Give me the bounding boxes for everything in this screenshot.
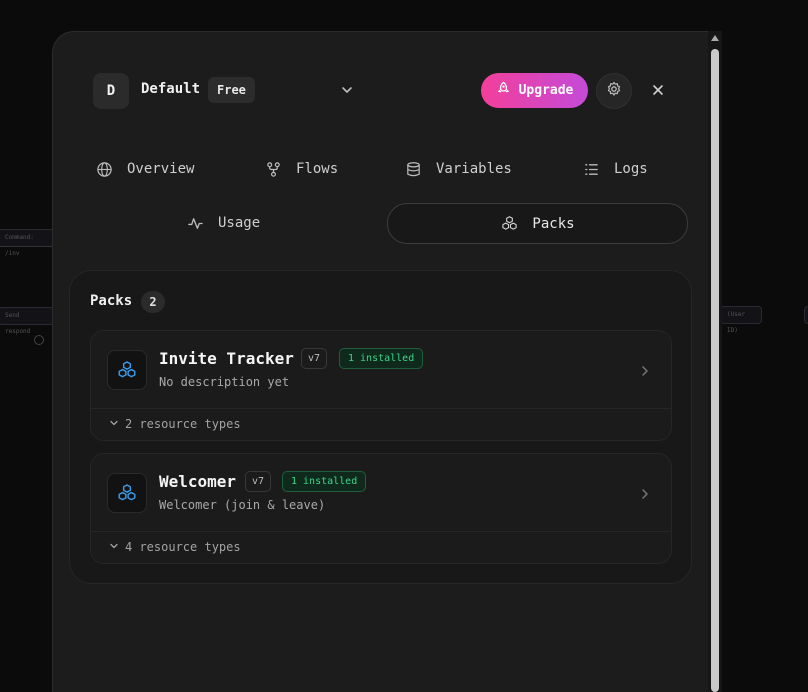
scroll-up-arrow-icon[interactable] (711, 35, 719, 41)
tab-logs-label: Logs (614, 161, 648, 177)
upgrade-button[interactable]: Upgrade (481, 73, 588, 108)
pack-name: Welcomer (159, 472, 237, 491)
tab-overview[interactable]: Overview (95, 150, 194, 188)
tab-flows[interactable]: Flows (264, 150, 338, 188)
tab-variables-label: Variables (436, 161, 512, 177)
boxes-icon (500, 215, 518, 233)
chevron-down-icon (109, 540, 119, 554)
list-icon (582, 160, 600, 178)
canvas-edge (0, 246, 52, 247)
canvas-node-edge (804, 306, 808, 324)
installed-badge: 1 installed (282, 471, 367, 492)
globe-icon (95, 160, 113, 178)
canvas-node-send: Send respond (0, 307, 54, 335)
tab-packs[interactable]: Packs (387, 203, 688, 244)
workspace-name[interactable]: Default (141, 81, 200, 97)
pack-item[interactable]: Welcomer v7 1 installed Welcomer (join &… (90, 453, 672, 564)
workspace-panel: D Default Free Upgrade Overview Flows Va… (52, 31, 708, 692)
divider (91, 531, 671, 532)
upgrade-label: Upgrade (518, 83, 574, 98)
chevron-down-icon (109, 417, 119, 431)
canvas-node-user: (User ID) (720, 306, 762, 334)
canvas-add-node-icon (34, 335, 44, 345)
resource-types-toggle[interactable]: 4 resource types (109, 540, 241, 554)
pack-name: Invite Tracker (159, 349, 294, 368)
scrollbar-thumb[interactable] (711, 49, 719, 692)
version-badge: v7 (301, 348, 328, 369)
tab-usage[interactable]: Usage (186, 204, 260, 242)
pack-item[interactable]: Invite Tracker v7 1 installed No descrip… (90, 330, 672, 441)
boxes-icon (107, 473, 147, 513)
database-icon (404, 160, 422, 178)
installed-badge: 1 installed (339, 348, 424, 369)
tab-usage-label: Usage (218, 215, 261, 231)
tab-packs-label: Packs (532, 215, 575, 232)
pack-description: Welcomer (join & leave) (159, 498, 326, 512)
tab-overview-label: Overview (127, 161, 195, 177)
close-button[interactable] (647, 80, 669, 102)
divider (91, 408, 671, 409)
packs-section: Packs 2 Invite Tracker v7 1 installed No… (69, 270, 692, 584)
rocket-icon (496, 81, 511, 100)
resource-types-label: 2 resource types (125, 417, 241, 431)
pack-description: No description yet (159, 375, 290, 389)
canvas-node-command: Command: /inv (0, 229, 54, 257)
resource-types-label: 4 resource types (125, 540, 241, 554)
settings-button[interactable] (596, 73, 632, 109)
resource-types-toggle[interactable]: 2 resource types (109, 417, 241, 431)
boxes-icon (107, 350, 147, 390)
tab-flows-label: Flows (296, 161, 339, 177)
git-fork-icon (264, 160, 282, 178)
scrollbar[interactable] (708, 31, 722, 692)
close-icon (651, 82, 665, 101)
plan-badge: Free (208, 77, 255, 103)
chevron-down-icon[interactable] (340, 82, 354, 96)
workspace-avatar[interactable]: D (93, 73, 129, 109)
packs-title: Packs (90, 293, 133, 309)
tab-logs[interactable]: Logs (582, 150, 648, 188)
tab-variables[interactable]: Variables (404, 150, 512, 188)
chevron-right-icon[interactable] (639, 486, 651, 500)
version-badge: v7 (245, 471, 272, 492)
packs-count-badge: 2 (141, 291, 165, 313)
gear-icon (606, 81, 622, 101)
activity-icon (186, 214, 204, 232)
chevron-right-icon[interactable] (639, 363, 651, 377)
